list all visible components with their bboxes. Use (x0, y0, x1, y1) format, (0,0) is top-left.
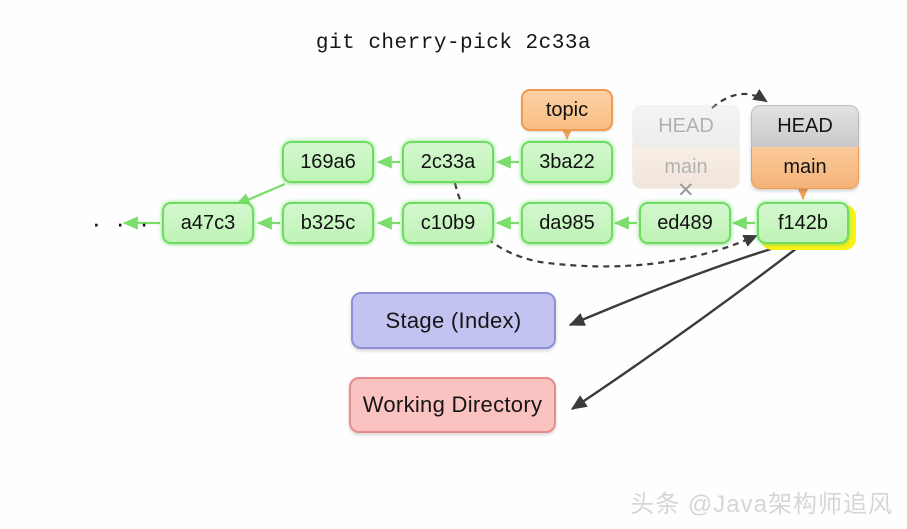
commit-node-da985[interactable]: da985 (521, 202, 613, 244)
head-label-text-ghost: HEAD (632, 105, 740, 147)
commit-id: f142b (777, 211, 829, 234)
head-label-text: HEAD (751, 105, 859, 147)
commit-id: da985 (539, 211, 595, 234)
commit-node-b325c[interactable]: b325c (282, 202, 374, 244)
branch-label-main: main (751, 147, 859, 189)
commit-node-f142b[interactable]: f142b (757, 202, 849, 244)
edge-layer (122, 89, 810, 410)
commit-id: 3ba22 (539, 150, 595, 173)
edge-f142b-to-stage (568, 244, 782, 327)
commit-id: c10b9 (420, 211, 476, 234)
stage-index-label: Stage (Index) (385, 307, 522, 333)
working-directory-label: Working Directory (362, 392, 543, 417)
commit-node-2c33a[interactable]: 2c33a (402, 141, 494, 183)
commit-id: 169a6 (300, 150, 356, 173)
commit-node-a47c3[interactable]: a47c3 (162, 202, 254, 244)
stage-index-box[interactable]: Stage (Index) (351, 292, 556, 349)
commit-id: ed489 (657, 211, 713, 234)
watermark: 头条 @Java架构师追风 (630, 491, 893, 518)
commit-node-169a6[interactable]: 169a6 (282, 141, 374, 183)
commit-node-c10b9[interactable]: c10b9 (402, 202, 494, 244)
branch-label-topic[interactable]: topic (521, 89, 613, 131)
commit-id: a47c3 (180, 211, 236, 234)
diagram-canvas: git cherry-pick 2c33a · · · a47c3 b325c … (0, 0, 907, 529)
head-label-active[interactable]: HEAD main (751, 105, 859, 189)
edge-f142b-to-working-directory (571, 247, 798, 410)
branch-label-text: topic (545, 98, 589, 121)
commit-id: 2c33a (420, 150, 476, 173)
x-mark-icon: ✕ (677, 179, 695, 202)
commit-node-ed489[interactable]: ed489 (639, 202, 731, 244)
commit-node-3ba22[interactable]: 3ba22 (521, 141, 613, 183)
page-title: git cherry-pick 2c33a (315, 32, 592, 55)
ellipsis-older-commits: · · · (92, 208, 153, 238)
commit-id: b325c (300, 211, 356, 234)
head-label-ghost: HEAD main (632, 105, 740, 189)
working-directory-box[interactable]: Working Directory (349, 377, 556, 433)
